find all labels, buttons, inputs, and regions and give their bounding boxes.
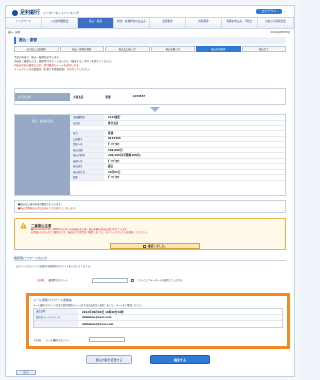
- main-frame: 足利銀行 インターネットバンキング ログアウト トップページ 入出金明細照会 振…: [5, 5, 295, 377]
- branch-value: 春日支店: [108, 121, 119, 125]
- notes-box: ■振込先口座の内容が確認されています。 ■振込手数料はお引出口座より引き落としい…: [14, 200, 286, 213]
- note-line-red: ■振込手数料はお引出口座より引き落としいたします。: [18, 206, 78, 210]
- kind-label: 振込指定: [70, 164, 104, 169]
- nav-item-transfer[interactable]: 振込・振替: [78, 18, 114, 28]
- mail-section-title: メール通知パスワード送信先: [33, 298, 73, 302]
- mail-address-label: 送信先メールアドレス: [34, 315, 78, 320]
- confirm-password-input[interactable]: [91, 277, 128, 283]
- step-withdraw-account: お引出し口座選択: [14, 46, 59, 52]
- date-value: 10月01日: [108, 170, 121, 174]
- withdraw-branch: 大塚支店: [73, 96, 84, 99]
- nav-item-statement[interactable]: 入出金明細照会: [42, 18, 78, 28]
- password-section-desc: ログインパスワードとは異なる確認用パスワードを入力してください。: [16, 265, 93, 268]
- step-confirm: 振込内容確認: [196, 46, 241, 52]
- confirm-password-label: 確認用パスワード: [48, 279, 68, 282]
- mail-password-input[interactable]: [88, 337, 125, 342]
- nav-item-top[interactable]: トップページ: [6, 18, 42, 28]
- nav-item-applications[interactable]: 各種お申込み・手続き: [222, 18, 258, 28]
- sent-time-label: 送信日時: [34, 309, 78, 314]
- withdraw-number: 1234567: [132, 95, 146, 98]
- service-name: インターネットバンキング: [43, 10, 80, 15]
- page: 足利銀行 インターネットバンキング ログアウト トップページ 入出金明細照会 振…: [0, 0, 300, 380]
- intro-line: メールアドレスの変更は「お客さま情報変更」から行ってください。: [14, 68, 92, 71]
- mail-info-table: 送信日時 2012年08月08日 16時26分10秒 送信先メールアドレス data…: [33, 308, 283, 328]
- action-buttons: 振込内容を変更する 確定する: [6, 355, 294, 365]
- checkbox-icon[interactable]: [142, 244, 146, 248]
- nav-item-foreign-deposit[interactable]: 外貨預金: [186, 18, 222, 28]
- step-amount-input: 振込金額入力: [150, 46, 195, 52]
- step-complete: 振込完了: [241, 46, 286, 52]
- branch-label: 支店名: [70, 120, 104, 125]
- breadcrumb: 振込・振替 2012年08月08日: [8, 30, 292, 34]
- mail-password-label: メール通知パスワード: [45, 338, 70, 342]
- mail-password-row: 【必須】 メール通知パスワード: [33, 337, 125, 342]
- confirm-password-row: 【必須】 確認用パスワード ソフトウェアキーボードを使用して入力する: [36, 276, 286, 284]
- intro-text: 下記の内容で、振込・振替を実行します。 内容をご確認のうえ、確認用パスワードを入…: [14, 56, 286, 72]
- nav-item-payment[interactable]: 税金・各種料金の払込み: [114, 18, 150, 28]
- required-badge: 【必須】: [33, 338, 43, 342]
- confirm-button[interactable]: 確定する: [150, 355, 210, 364]
- payee-detail-table: 振込・振替先口座 金融機関名 1111銀行 支店名 春日支店 科目 普通 口座番号 81…: [14, 114, 286, 196]
- logout-button[interactable]: ログアウト: [256, 9, 282, 14]
- step-tabs: お引出し口座選択 振込・振替先選択 振込先口座入力 振込金額入力 振込内容確認 …: [14, 46, 286, 52]
- bank-logo: 足利銀行 インターネットバンキング: [12, 9, 79, 16]
- bank-value: 1111銀行: [108, 116, 121, 120]
- nav-item-customer-info[interactable]: お客さま情報変更: [258, 18, 294, 28]
- global-nav: トップページ 入出金明細照会 振込・振替 税金・各種料金の払込み 定期預金 外貨…: [6, 17, 294, 29]
- duplicate-warning: 二重振込注意 ●2012年08月08日 16時05分に同一内容(振込先口座・振込…: [14, 218, 286, 250]
- bank-label: 金融機関名: [70, 115, 104, 120]
- fee-label: 振込手数料: [70, 153, 104, 158]
- number-value: 8123456: [108, 137, 121, 141]
- withdraw-type: 普通: [105, 96, 111, 99]
- payee-side-label: 振込・振替先口座: [15, 115, 70, 195]
- login-date: 2012年08月08日: [270, 31, 290, 34]
- required-badge: 【必須】: [36, 279, 46, 282]
- bank-name: 足利銀行: [20, 10, 41, 16]
- date-label: 振込指定日: [70, 169, 104, 174]
- type-value: 普通: [108, 132, 114, 136]
- kind-value: 振込: [108, 165, 114, 169]
- withdraw-account-header: お引出口座: [15, 93, 70, 101]
- amount-label: 振込金額: [70, 147, 104, 152]
- software-keyboard-checkbox[interactable]: [130, 278, 134, 282]
- step-payee-select: 振込・振替先選択: [59, 46, 104, 52]
- mail-password-section: メール通知パスワード送信先 メール通知パスワードを含む受付確認のメールを下記の送…: [26, 293, 290, 349]
- page-title: 振込・振替: [14, 37, 286, 44]
- change-transfer-button[interactable]: 振込内容を変更する: [86, 355, 132, 364]
- arrow-down-icon: [150, 107, 160, 112]
- software-keyboard-label: ソフトウェアキーボードを使用して入力する: [136, 279, 183, 282]
- warning-text: ●2012年08月08日 16時05分に同一内容(振込先口座・振込金額)の振込を…: [31, 228, 279, 234]
- warning-icon: [20, 222, 27, 229]
- name-label: 受取人名: [70, 142, 104, 147]
- memo-label: 摘要: [70, 175, 104, 180]
- fee-value: 100,105円(手数料105円): [108, 154, 141, 158]
- amount-value: 100,000円: [108, 148, 123, 152]
- duplicate-confirm-checkbox[interactable]: 確認しました。: [110, 243, 200, 249]
- mail-address-label-blank: [34, 321, 78, 327]
- nav-item-time-deposit[interactable]: 定期預金: [150, 18, 186, 28]
- bank-logo-icon: [12, 9, 18, 16]
- mail-section-desc: メール通知パスワードを含む受付確認のメールを下記の送信先へ送信しました。メールを…: [33, 304, 144, 307]
- warning-line: お間違いのないようご確認のうえ、振込を行う場合は「確認しました。」のチェックボッ…: [31, 231, 150, 235]
- withdraw-account-table: お引出口座 大塚支店 普通 1234567: [14, 88, 286, 105]
- step-payee-input: 振込先口座入力: [105, 46, 150, 52]
- breadcrumb-label: 振込・振替: [8, 31, 20, 34]
- mail-address-2: datatano2@xxxx.com: [82, 322, 114, 326]
- header: 足利銀行 インターネットバンキング ログアウト: [6, 6, 294, 17]
- back-button[interactable]: 戻る: [16, 370, 36, 375]
- number-label: 口座番号: [70, 136, 104, 141]
- name-value: ﾀﾞｲｲﾁ ﾀﾛｳ: [108, 143, 120, 147]
- sent-time-value: 2012年08月08日 16時26分10秒: [82, 310, 124, 314]
- mail-address-1: datatano@xxxx.com: [82, 316, 112, 319]
- requester-value: ﾀﾞｲｲﾁ ﾀﾛｳ: [108, 159, 120, 163]
- requester-label: 依頼人名: [70, 158, 104, 163]
- memo-value: ﾀﾞｲｲﾁ ﾀﾛｳ: [108, 176, 120, 180]
- password-section-title: 確認用パスワードの入力: [14, 256, 286, 261]
- type-label: 科目: [70, 131, 104, 136]
- duplicate-confirm-label: 確認しました。: [147, 244, 168, 248]
